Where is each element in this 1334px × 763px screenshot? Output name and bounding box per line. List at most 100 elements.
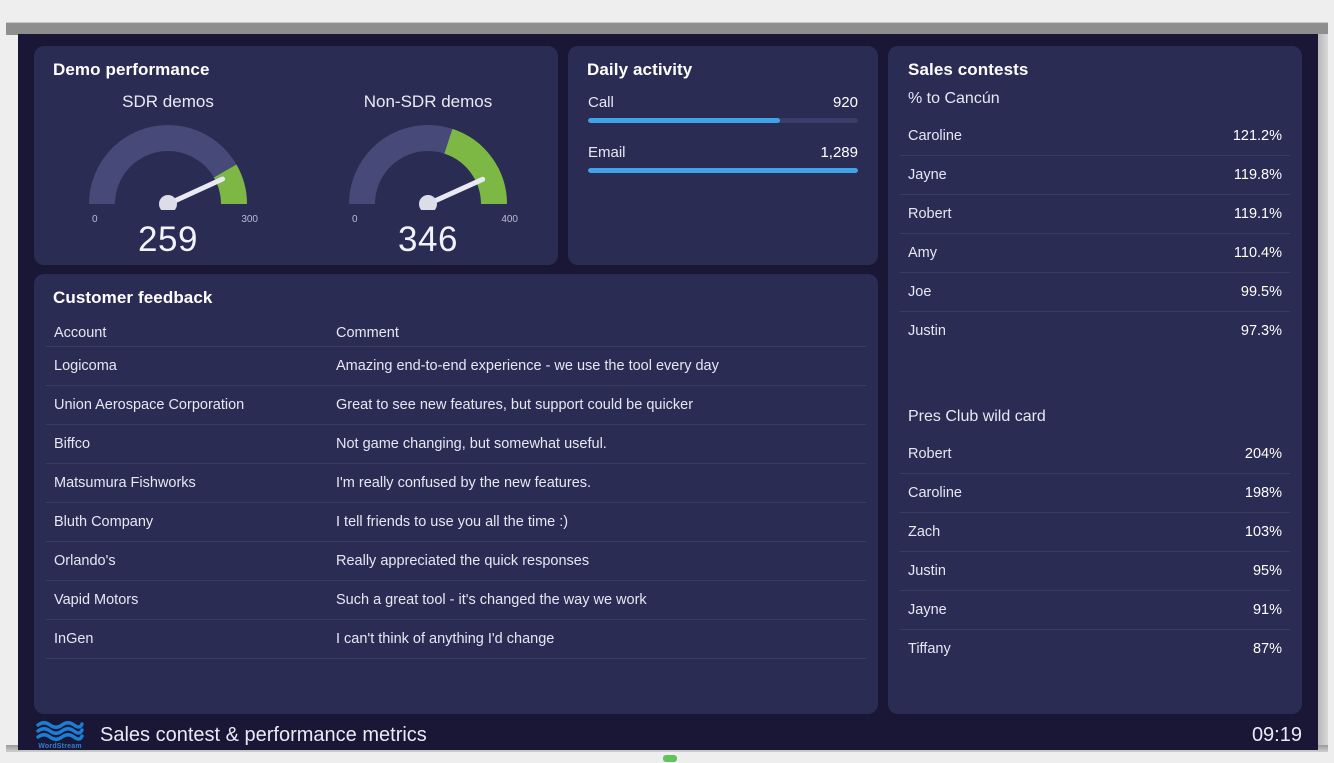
wave-logo-icon: [34, 720, 86, 742]
cell-account: Orlando's: [46, 553, 336, 569]
activity-row: Call920: [588, 94, 858, 123]
wordstream-wordmark: WordStream: [34, 743, 86, 750]
cell-comment: I can't think of anything I'd change: [336, 631, 866, 647]
customer-feedback-table: Account Comment LogicomaAmazing end-to-e…: [46, 320, 866, 659]
card-title-customer-feedback: Customer feedback: [53, 288, 212, 308]
cell-comment: Amazing end-to-end experience - we use t…: [336, 358, 866, 374]
gauge-sdr-dial: [88, 118, 248, 210]
activity-track: [588, 118, 858, 123]
gauge-sdr-demos: SDR demos 0 300 259: [38, 92, 298, 252]
contest-row: Robert119.1%: [900, 195, 1290, 234]
table-row: InGenI can't think of anything I'd chang…: [46, 620, 866, 659]
contest-section-cancun: % to Cancún Caroline 121.2% Jayne 119.8% Rob…: [900, 90, 1290, 350]
cell-account: Bluth Company: [46, 514, 336, 530]
contest-participant: Robert: [908, 446, 952, 462]
gauge-sdr-label: SDR demos: [38, 92, 298, 112]
activity-fill: [588, 118, 780, 123]
contest-list-cancun: Caroline121.2%Jayne119.8%Robert119.1%Amy…: [900, 117, 1290, 350]
contest-subtitle-pres-club: Pres Club wild card: [900, 408, 1290, 435]
card-title-daily-activity: Daily activity: [587, 60, 692, 80]
gauge-sdr-icon: [88, 118, 248, 210]
activity-track: [588, 168, 858, 173]
contest-section-pres-club: Pres Club wild card Robert 204% Caroline19…: [900, 408, 1290, 668]
contest-row: Tiffany 87%: [900, 630, 1290, 668]
contest-list-pres-club: Robert204%Caroline198%Zach103%Justin95%J…: [900, 435, 1290, 668]
contest-percentage: 99.5%: [1241, 284, 1282, 300]
contest-participant: Caroline: [908, 485, 962, 501]
activity-name: Call: [588, 94, 614, 111]
wordstream-logo: WordStream: [34, 720, 86, 750]
contest-percentage: 119.8%: [1234, 167, 1282, 183]
activity-value: 1,289: [820, 144, 858, 161]
contest-percentage: 95%: [1253, 563, 1282, 579]
cell-account: Logicoma: [46, 358, 336, 374]
contest-participant: Justin: [908, 563, 946, 579]
activity-name: Email: [588, 144, 626, 161]
column-header-comment: Comment: [336, 325, 866, 341]
contest-percentage: 204%: [1245, 446, 1282, 462]
contest-percentage: 121.2%: [1233, 128, 1282, 144]
table-row: BiffcoNot game changing, but somewhat us…: [46, 425, 866, 464]
cell-comment: Great to see new features, but support c…: [336, 397, 866, 413]
footer-title: Sales contest & performance metrics: [100, 724, 427, 747]
contest-row: Joe 99.5%: [900, 273, 1290, 312]
contest-participant: Caroline: [908, 128, 962, 144]
table-header-row: Account Comment: [46, 320, 866, 347]
window-edge-right: [1318, 34, 1328, 750]
daily-activity-list: Call920 Email 1,289: [588, 94, 858, 194]
contest-participant: Zach: [908, 524, 940, 540]
contest-percentage: 91%: [1253, 602, 1282, 618]
contest-row: Robert 204%: [900, 435, 1290, 474]
contest-subtitle-cancun: % to Cancún: [900, 90, 1290, 117]
table-row: Union Aerospace CorporationGreat to see …: [46, 386, 866, 425]
contest-participant: Jayne: [908, 167, 947, 183]
contest-row: Caroline198%: [900, 474, 1290, 513]
cell-account: Matsumura Fishworks: [46, 475, 336, 491]
dashboard-stage: Demo performance SDR demos 0 300 259 Non…: [18, 34, 1318, 750]
contest-row: Jayne 119.8%: [900, 156, 1290, 195]
contest-row: Amy 110.4%: [900, 234, 1290, 273]
contest-participant: Joe: [908, 284, 931, 300]
status-indicator-dot: [663, 755, 677, 762]
gauge-sdr-value: 259: [38, 220, 298, 260]
contest-row: Caroline 121.2%: [900, 117, 1290, 156]
cell-comment: I'm really confused by the new features.: [336, 475, 866, 491]
gauge-non-sdr-dial: [348, 118, 508, 210]
cell-account: Biffco: [46, 436, 336, 452]
contest-row: Justin97.3%: [900, 312, 1290, 350]
footer-clock: 09:19: [1252, 724, 1302, 747]
cell-account: InGen: [46, 631, 336, 647]
customer-feedback-body: LogicomaAmazing end-to-end experience - …: [46, 347, 866, 659]
contest-percentage: 119.1%: [1234, 206, 1282, 222]
dashboard-footer: WordStream Sales contest & performance m…: [18, 720, 1318, 750]
cell-comment: I tell friends to use you all the time :…: [336, 514, 866, 530]
table-row: LogicomaAmazing end-to-end experience - …: [46, 347, 866, 386]
browser-frame: Demo performance SDR demos 0 300 259 Non…: [0, 0, 1334, 763]
contest-row: Zach103%: [900, 513, 1290, 552]
contest-participant: Amy: [908, 245, 937, 261]
table-row: Vapid MotorsSuch a great tool - it's cha…: [46, 581, 866, 620]
cell-account: Union Aerospace Corporation: [46, 397, 336, 413]
table-row: Bluth CompanyI tell friends to use you a…: [46, 503, 866, 542]
contest-row: Justin 95%: [900, 552, 1290, 591]
contest-participant: Tiffany: [908, 641, 951, 657]
contest-percentage: 110.4%: [1234, 245, 1282, 261]
cell-comment: Such a great tool - it's changed the way…: [336, 592, 866, 608]
cell-account: Vapid Motors: [46, 592, 336, 608]
column-header-account: Account: [46, 325, 336, 341]
card-title-sales-contests: Sales contests: [908, 60, 1028, 80]
card-demo-performance: Demo performance SDR demos 0 300 259 Non…: [34, 46, 558, 265]
card-sales-contests: Sales contests % to Cancún Caroline 121.2…: [888, 46, 1302, 714]
contest-participant: Justin: [908, 323, 946, 339]
contest-percentage: 87%: [1253, 641, 1282, 657]
gauge-non-sdr-value: 346: [298, 220, 558, 260]
gauge-non-sdr-label: Non-SDR demos: [298, 92, 558, 112]
activity-row: Email 1,289: [588, 144, 858, 173]
gauge-non-sdr-icon: [348, 118, 508, 210]
contest-participant: Jayne: [908, 602, 947, 618]
card-customer-feedback: Customer feedback Account Comment Logico…: [34, 274, 878, 714]
gauge-non-sdr-demos: Non-SDR demos 0 400 346: [298, 92, 558, 252]
card-title-demo-performance: Demo performance: [53, 60, 210, 80]
table-row: Orlando'sReally appreciated the quick re…: [46, 542, 866, 581]
table-row: Matsumura FishworksI'm really confused b…: [46, 464, 866, 503]
